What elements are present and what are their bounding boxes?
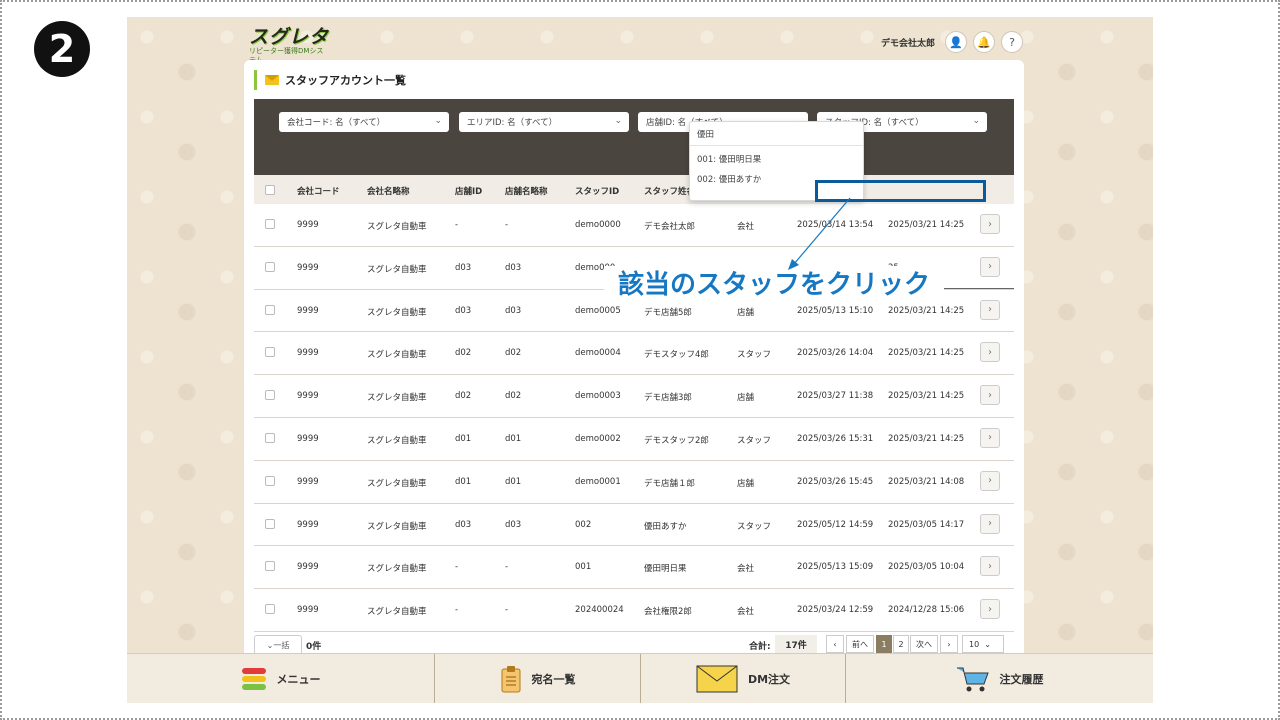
pointer-arrow — [788, 197, 851, 270]
